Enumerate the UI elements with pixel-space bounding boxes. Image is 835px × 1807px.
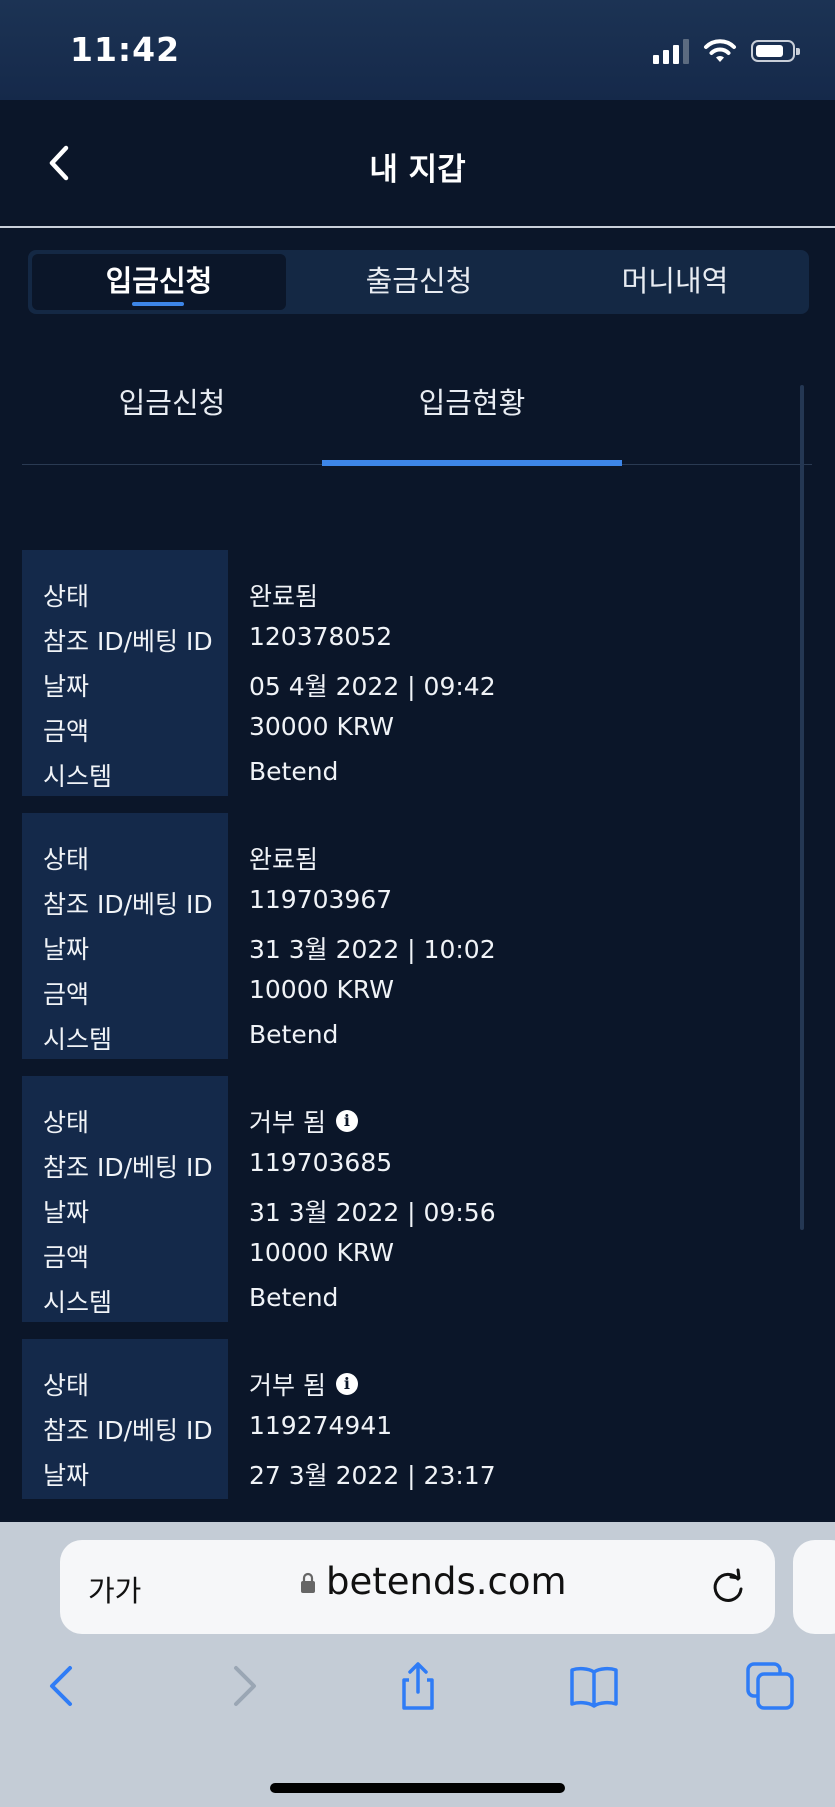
system-label: 시스템 (43, 1025, 113, 1054)
text-size-button[interactable]: 가가 (88, 1568, 141, 1610)
date-value: 27 3월 2022 | 23:17 (249, 1461, 496, 1490)
status-bar: 11:42 (0, 0, 835, 100)
reload-icon[interactable] (707, 1566, 749, 1608)
active-tab-indicator (132, 302, 184, 306)
system-value: Betend (249, 1020, 339, 1049)
sub-tabs: 입금신청 입금현황 (22, 348, 812, 466)
ref-value: 120378052 (249, 622, 393, 651)
address-bar[interactable]: 가가 betends.com (60, 1540, 775, 1634)
tab-deposit-request[interactable]: 입금신청 (32, 254, 286, 310)
browser-forward-icon[interactable] (218, 1660, 270, 1712)
date-label: 날짜 (43, 672, 90, 701)
date-value: 31 3월 2022 | 10:02 (249, 935, 496, 964)
status-label: 상태 (43, 845, 90, 874)
wifi-icon (704, 39, 736, 62)
browser-toolbar: 가가 betends.com (0, 1522, 835, 1807)
active-subtab-indicator (322, 460, 622, 466)
deposit-records: 상태 완료됨 참조 ID/베팅 ID 120378052 날짜 05 4월 20… (22, 550, 812, 1516)
status-time: 11:42 (70, 30, 181, 69)
status-value: 거부 됨 i (249, 1103, 358, 1139)
date-label: 날짜 (43, 935, 90, 964)
status-value: 완료됨 (249, 577, 318, 613)
subtab-deposit-status[interactable]: 입금현황 (322, 380, 622, 422)
status-text: 거부 됨 (249, 1108, 326, 1137)
url-text[interactable]: betends.com (326, 1560, 567, 1603)
status-value: 완료됨 (249, 840, 318, 876)
wallet-tabs: 입금신청 출금신청 머니내역 (28, 250, 809, 314)
app-header: 내 지갑 (0, 100, 835, 228)
ref-label: 참조 ID/베팅 ID (43, 1153, 213, 1182)
amount-value: 10000 KRW (249, 1238, 394, 1267)
next-tab-preview[interactable] (793, 1540, 835, 1634)
home-indicator[interactable] (270, 1783, 565, 1793)
amount-label: 금액 (43, 1243, 90, 1272)
system-label: 시스템 (43, 762, 113, 791)
info-icon[interactable]: i (335, 1110, 358, 1132)
tab-label: 출금신청 (365, 264, 473, 298)
date-value: 05 4월 2022 | 09:42 (249, 672, 496, 701)
status-text: 완료됨 (249, 845, 319, 874)
status-label: 상태 (43, 1108, 90, 1137)
ref-value: 119703685 (249, 1148, 393, 1177)
tab-label: 입금신청 (105, 264, 213, 298)
ref-value: 119274941 (249, 1411, 393, 1440)
status-icons (653, 38, 800, 64)
battery-icon (751, 40, 800, 62)
tab-money-history[interactable]: 머니내역 (548, 254, 802, 310)
amount-label: 금액 (43, 980, 90, 1009)
amount-value: 10000 KRW (249, 975, 394, 1004)
ref-value: 119703967 (249, 885, 393, 914)
tab-withdraw-request[interactable]: 출금신청 (292, 254, 546, 310)
status-value: 거부 됨 i (249, 1366, 358, 1402)
ref-label: 참조 ID/베팅 ID (43, 1416, 213, 1445)
subtab-deposit-request[interactable]: 입금신청 (22, 380, 322, 422)
date-value: 31 3월 2022 | 09:56 (249, 1198, 496, 1227)
ref-label: 참조 ID/베팅 ID (43, 627, 213, 656)
page-title: 내 지갑 (369, 152, 466, 188)
amount-label: 금액 (43, 717, 90, 746)
tab-label: 머니내역 (621, 264, 729, 298)
share-icon[interactable] (392, 1660, 444, 1712)
bookmarks-icon[interactable] (568, 1660, 620, 1712)
status-text: 완료됨 (249, 582, 319, 611)
date-label: 날짜 (43, 1461, 90, 1490)
status-label: 상태 (43, 582, 90, 611)
browser-back-icon[interactable] (36, 1660, 88, 1712)
cellular-signal-icon (653, 38, 689, 64)
deposit-record: 상태 거부 됨 i 참조 ID/베팅 ID 119274941 날짜 27 3월 … (22, 1339, 812, 1499)
deposit-record: 상태 완료됨 참조 ID/베팅 ID 119703967 날짜 31 3월 20… (22, 813, 812, 1059)
system-value: Betend (249, 1283, 339, 1312)
lock-icon (301, 1572, 315, 1593)
info-icon[interactable]: i (335, 1373, 358, 1395)
date-label: 날짜 (43, 1198, 90, 1227)
deposit-record: 상태 완료됨 참조 ID/베팅 ID 120378052 날짜 05 4월 20… (22, 550, 812, 796)
status-label: 상태 (43, 1371, 90, 1400)
system-value: Betend (249, 757, 339, 786)
system-label: 시스템 (43, 1288, 113, 1317)
deposit-record: 상태 거부 됨 i 참조 ID/베팅 ID 119703685 날짜 31 3월 … (22, 1076, 812, 1322)
status-text: 거부 됨 (249, 1371, 326, 1400)
ref-label: 참조 ID/베팅 ID (43, 890, 213, 919)
amount-value: 30000 KRW (249, 712, 394, 741)
tabs-icon[interactable] (744, 1660, 796, 1712)
